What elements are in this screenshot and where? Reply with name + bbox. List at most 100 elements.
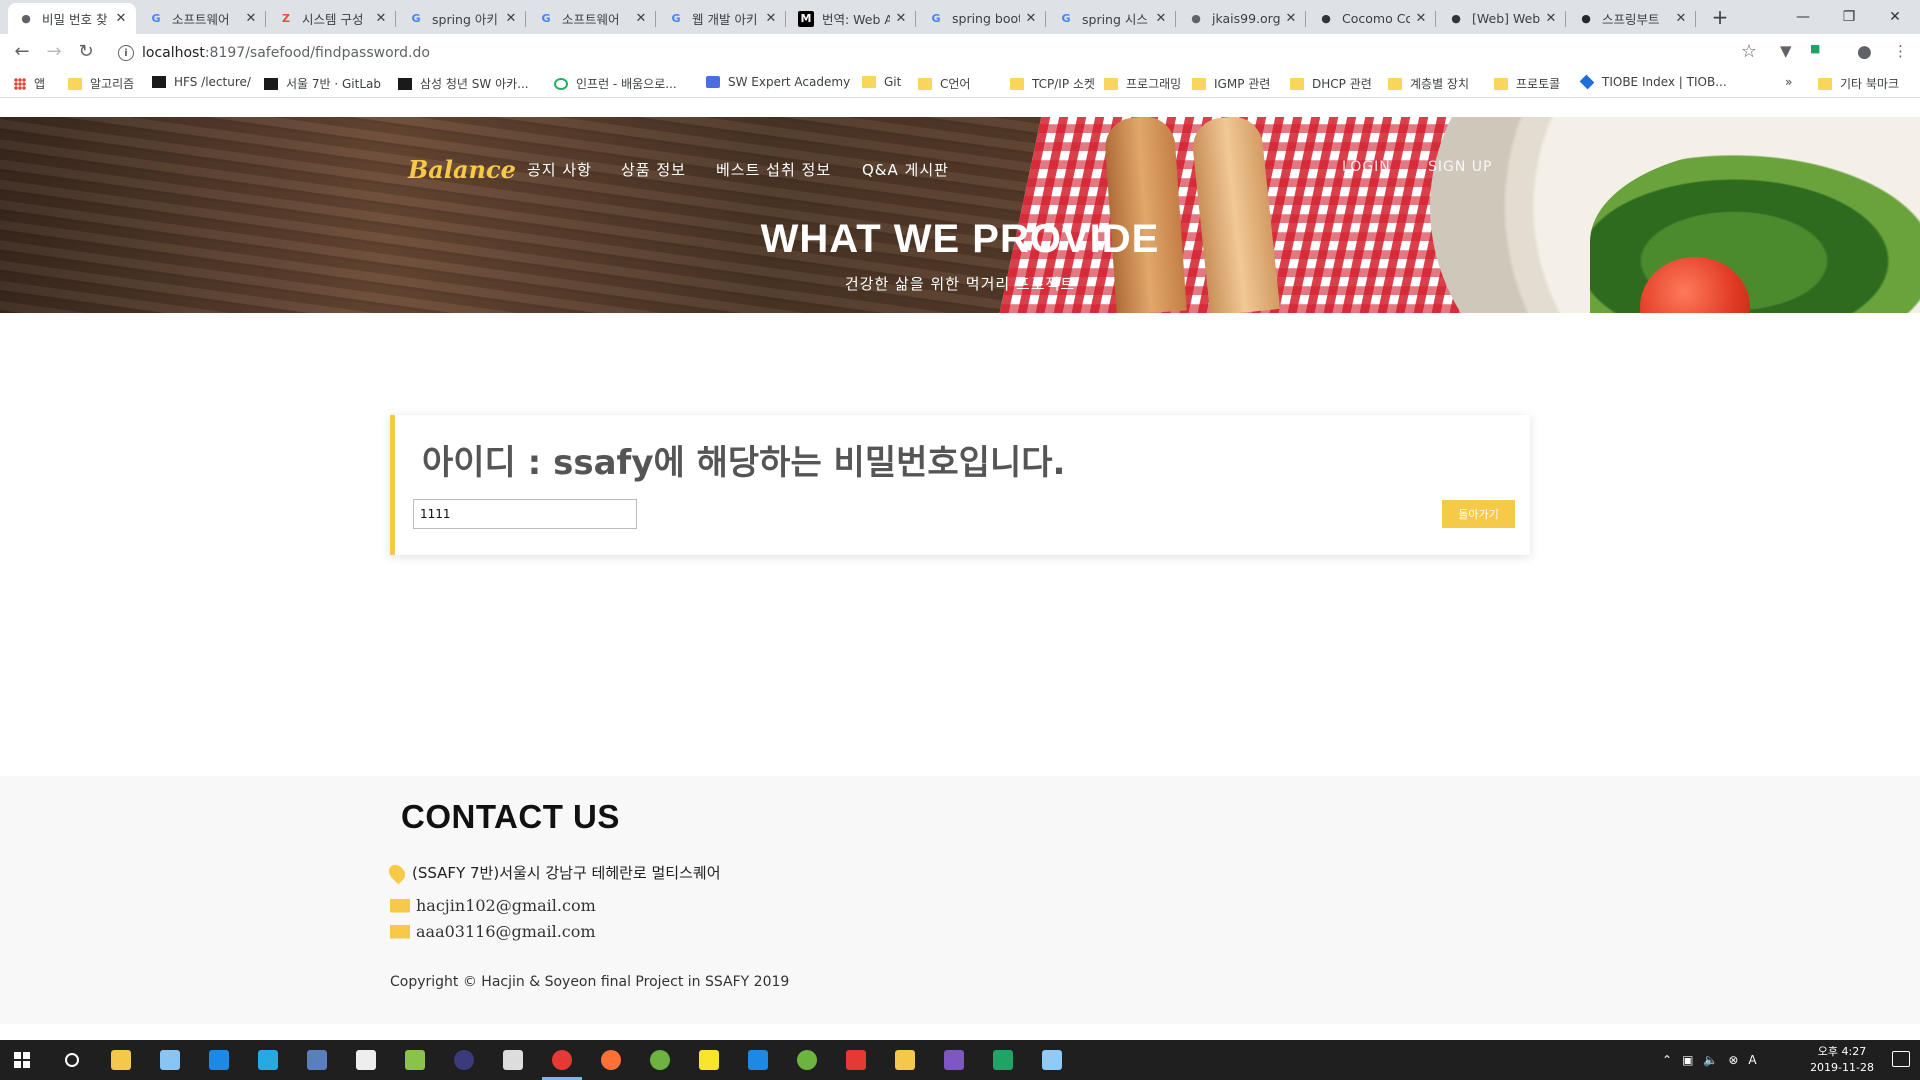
volume-icon[interactable]: 🔈 (1703, 1053, 1718, 1067)
taskbar-app[interactable] (440, 1044, 488, 1076)
profile-avatar-icon[interactable]: ● (1857, 42, 1872, 62)
close-tab-icon[interactable]: ✕ (374, 11, 388, 26)
spring-icon (650, 1050, 670, 1070)
close-circle-icon[interactable]: ⊗ (1728, 1053, 1738, 1067)
browser-tab[interactable]: Z 시스템 구성 ✕ (268, 3, 396, 34)
taskbar-app[interactable] (244, 1044, 292, 1076)
nav-notice[interactable]: 공지 사항 (527, 159, 592, 180)
taskbar-app[interactable] (195, 1044, 243, 1076)
password-field[interactable] (413, 499, 637, 529)
close-tab-icon[interactable]: ✕ (1544, 11, 1558, 26)
extension-filter-icon[interactable]: ▼ (1780, 42, 1792, 60)
taskbar-app[interactable] (146, 1044, 194, 1076)
bookmarks-more-button[interactable]: » (1785, 75, 1792, 89)
signup-link[interactable]: SIGN UP (1428, 159, 1492, 175)
bookmark-item[interactable]: TCP/IP 소켓 (1010, 75, 1095, 92)
browser-tab[interactable]: ● 비밀 번호 찾 ✕ (8, 3, 136, 34)
login-link[interactable]: LOGIN (1342, 159, 1391, 175)
close-tab-icon[interactable]: ✕ (114, 11, 128, 26)
close-tab-icon[interactable]: ✕ (1674, 11, 1688, 26)
bookmark-item[interactable]: 프로토콜 (1494, 75, 1560, 92)
bookmark-item[interactable]: C언어 (918, 75, 970, 92)
browser-tab[interactable]: ● jkais99.org/ ✕ (1178, 3, 1306, 34)
bookmark-item[interactable]: 삼성 청년 SW 아카... (398, 75, 529, 92)
browser-tab[interactable]: Gspring 아키 ✕ (398, 3, 526, 34)
browser-tab[interactable]: Gspring 시스 ✕ (1048, 3, 1176, 34)
close-tab-icon[interactable]: ✕ (634, 11, 648, 26)
close-tab-icon[interactable]: ✕ (1284, 11, 1298, 26)
close-window-button[interactable]: ✕ (1872, 0, 1918, 34)
taskbar-app[interactable] (636, 1044, 684, 1076)
notification-icon[interactable] (1892, 1051, 1910, 1067)
browser-tab[interactable]: G 소프트웨어 ✕ (138, 3, 266, 34)
taskbar-app[interactable] (538, 1044, 586, 1080)
taskbar-app[interactable] (489, 1044, 537, 1076)
bookmark-item[interactable]: 앱 (14, 75, 45, 92)
other-bookmarks-folder[interactable]: 기타 북마크 (1818, 75, 1899, 92)
close-tab-icon[interactable]: ✕ (244, 11, 258, 26)
taskbar-app[interactable] (293, 1044, 341, 1076)
bookmark-item[interactable]: 알고리즘 (68, 75, 134, 92)
minimize-button[interactable]: — (1780, 0, 1826, 34)
browser-tab[interactable]: M 번역: Web A ✕ (788, 3, 916, 34)
system-clock[interactable]: 오후 4:27 2019-11-28 (1810, 1044, 1874, 1076)
close-tab-icon[interactable]: ✕ (764, 11, 778, 26)
taskbar-app[interactable] (1028, 1044, 1076, 1076)
back-arrow-icon[interactable]: ← (10, 40, 34, 64)
site-logo[interactable]: Balance (408, 155, 516, 184)
taskbar-app[interactable] (48, 1044, 96, 1076)
taskbar-app[interactable] (930, 1044, 978, 1076)
folder-icon (1494, 77, 1508, 90)
taskbar-app[interactable] (832, 1044, 880, 1076)
browser-tab[interactable]: G 소프트웨어 ✕ (528, 3, 656, 34)
taskbar-app[interactable] (734, 1044, 782, 1076)
browser-tab[interactable]: ● Cocomo Co ✕ (1308, 3, 1436, 34)
bookmark-item[interactable]: Git (862, 75, 901, 89)
bookmark-item[interactable]: 서울 7반 · GitLab (264, 75, 381, 92)
taskbar-app[interactable] (685, 1044, 733, 1076)
bookmark-item[interactable]: IGMP 관련 (1192, 75, 1270, 92)
ime-indicator[interactable]: A (1748, 1053, 1756, 1067)
forward-arrow-icon[interactable]: → (42, 40, 66, 64)
bookmark-item[interactable]: 인프런 - 배움으로... (554, 75, 677, 92)
browser-tab[interactable]: ● 스프링부트 ✕ (1568, 3, 1696, 34)
browser-tab[interactable]: ● [Web] Web ✕ (1438, 3, 1566, 34)
restore-button[interactable]: ❐ (1826, 0, 1872, 34)
new-tab-button[interactable]: + (1708, 6, 1732, 30)
bookmark-item[interactable]: TIOBE Index | TIOB... (1579, 74, 1727, 90)
network-icon[interactable]: ▣ (1682, 1053, 1693, 1067)
close-tab-icon[interactable]: ✕ (1024, 11, 1038, 26)
browser-tab-bar: + — ❐ ✕ ● 비밀 번호 찾 ✕ G 소프트웨어 ✕ Z 시스템 구성 ✕ Gspring … (0, 0, 1920, 34)
close-tab-icon[interactable]: ✕ (1414, 11, 1428, 26)
taskbar-app[interactable] (979, 1044, 1027, 1076)
bookmark-item[interactable]: 계층별 장치 (1388, 75, 1469, 92)
taskbar-app[interactable] (342, 1044, 390, 1076)
menu-kebab-icon[interactable]: ⋮ (1893, 42, 1908, 60)
nav-best-intake[interactable]: 베스트 섭취 정보 (716, 159, 831, 180)
taskbar-app[interactable] (587, 1044, 635, 1076)
taskbar-app[interactable] (881, 1044, 929, 1076)
browser-tab[interactable]: Gspring boot ✕ (918, 3, 1046, 34)
taskbar-app[interactable] (391, 1044, 439, 1076)
back-button[interactable]: 돌아가기 (1442, 500, 1515, 528)
close-tab-icon[interactable]: ✕ (894, 11, 908, 26)
taskbar-app[interactable] (783, 1044, 831, 1076)
extension-icon[interactable]: ■ (1810, 42, 1820, 55)
reload-icon[interactable]: ↻ (74, 40, 98, 64)
site-info-icon[interactable]: i (118, 45, 134, 61)
bookmark-item[interactable]: SW Expert Academy (706, 75, 850, 89)
bookmark-item[interactable]: 프로그래밍 (1104, 75, 1181, 92)
browser-tab[interactable]: G 웹 개발 아키 ✕ (658, 3, 786, 34)
taskbar-app[interactable] (97, 1044, 145, 1076)
bookmark-item[interactable]: HFS /lecture/ (152, 75, 251, 89)
nav-products[interactable]: 상품 정보 (621, 159, 686, 180)
nav-qna[interactable]: Q&A 게시판 (862, 159, 949, 180)
windows-start-icon[interactable] (14, 1052, 30, 1068)
tab-separator (785, 11, 786, 27)
close-tab-icon[interactable]: ✕ (504, 11, 518, 26)
close-tab-icon[interactable]: ✕ (1154, 11, 1168, 26)
address-bar[interactable]: i localhost:8197/safefood/findpassword.d… (110, 39, 1765, 67)
bookmark-item[interactable]: DHCP 관련 (1290, 75, 1372, 92)
bookmark-star-icon[interactable]: ☆ (1741, 41, 1757, 62)
tray-chevron-icon[interactable]: ⌃ (1662, 1053, 1672, 1067)
